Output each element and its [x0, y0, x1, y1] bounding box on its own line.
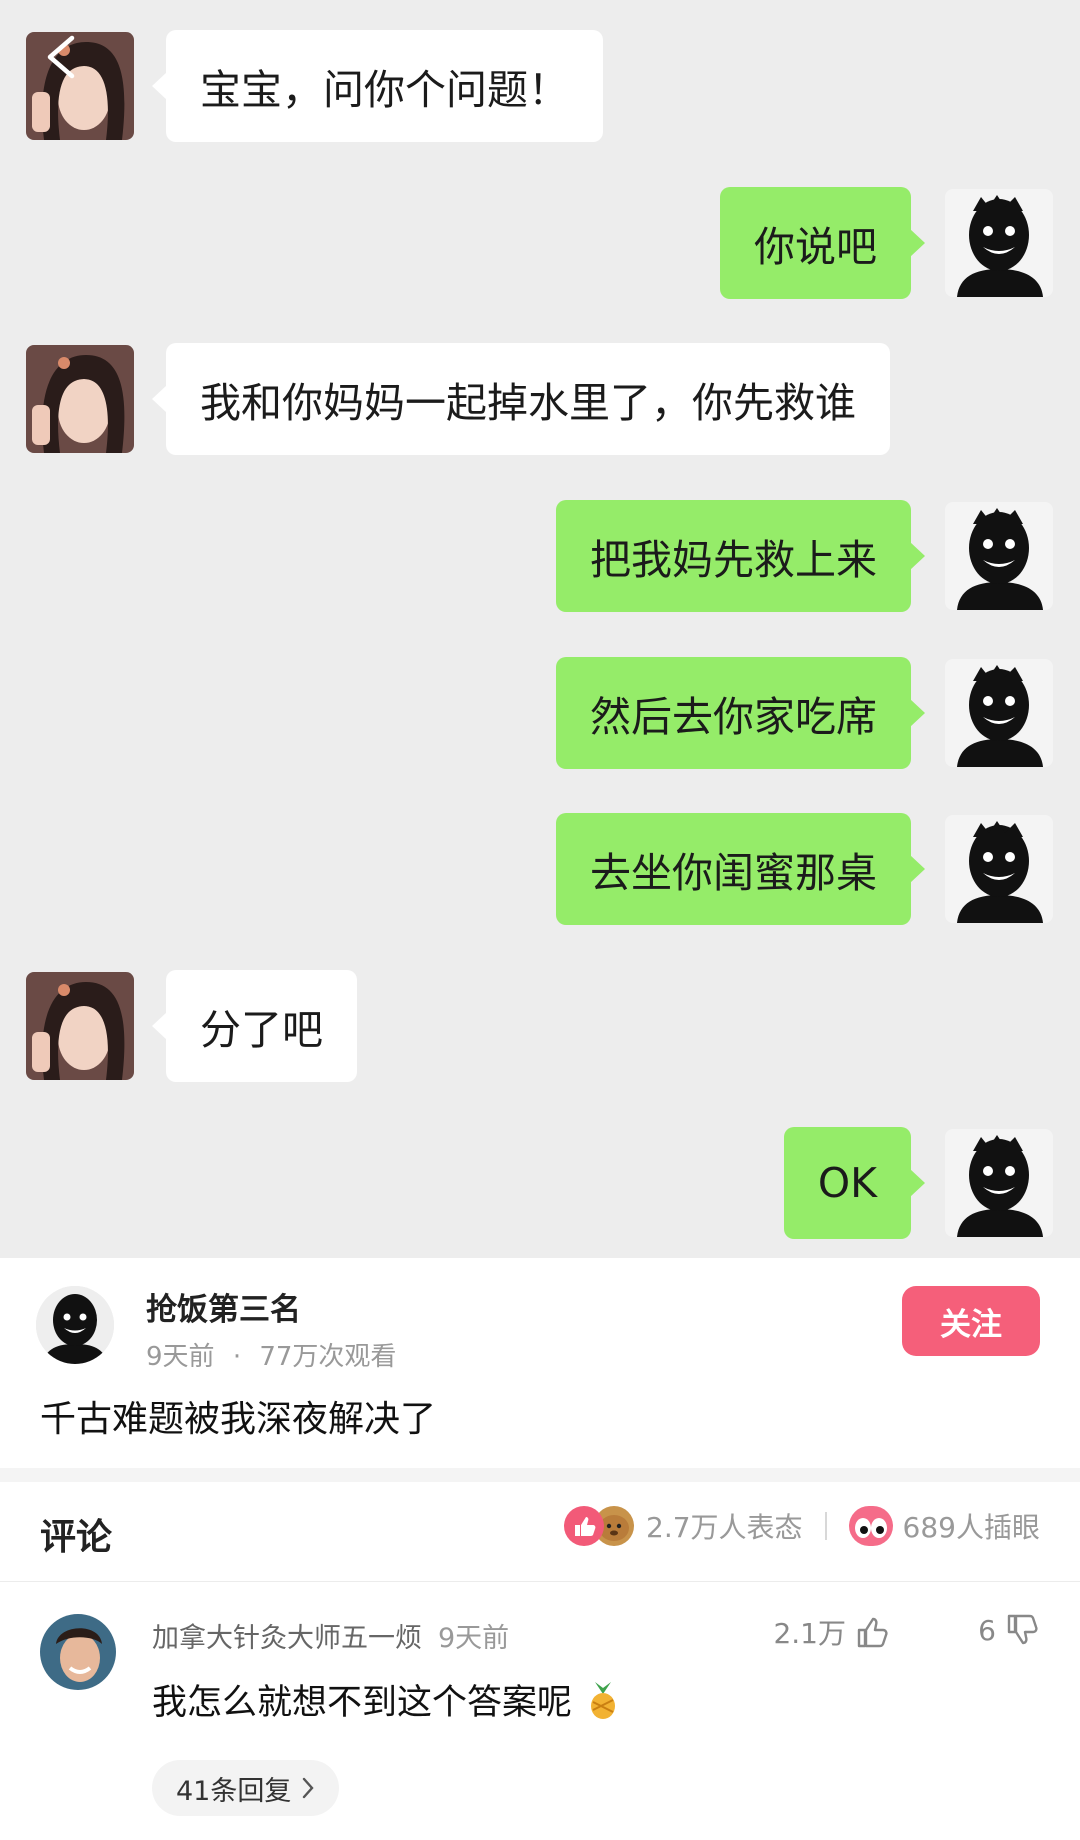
message-bubble[interactable]: 然后去你家吃席 [556, 657, 925, 769]
message-bubble[interactable]: 去坐你闺蜜那桌 [556, 813, 925, 925]
commenter-avatar[interactable] [40, 1614, 116, 1690]
peek-eyes-icon [848, 1506, 893, 1546]
shadow-face-avatar[interactable] [945, 815, 1053, 923]
section-divider [0, 1468, 1080, 1482]
chevron-right-icon [303, 1777, 314, 1799]
message-bubble[interactable]: OK [783, 1127, 926, 1239]
author-name[interactable]: 抢饭第三名 [146, 1284, 301, 1329]
comments-title: 评论 [40, 1517, 113, 1558]
poke-count: 689人插眼 [902, 1511, 1040, 1544]
post-time: 9天前 [146, 1342, 215, 1372]
meta-dot: · [232, 1342, 242, 1372]
message-row: 宝宝，问你个问题！ [26, 30, 603, 142]
shadow-face-avatar[interactable] [945, 189, 1053, 297]
shadow-face-avatar[interactable] [945, 1129, 1053, 1237]
message-bubble[interactable]: 你说吧 [720, 187, 925, 299]
comment-body: 我怎么就想不到这个答案呢 [152, 1683, 573, 1723]
post-info: 抢饭第三名 9天前 · 77万次观看 关注 千古难题被我深夜解决了 [0, 1258, 1080, 1468]
comment-time: 9天前 [438, 1623, 510, 1654]
commenter-name[interactable]: 加拿大针灸大师五一烦 9天前 [152, 1616, 509, 1655]
message-row: 把我妈先救上来 [556, 500, 1053, 612]
shadow-face-avatar[interactable] [945, 659, 1053, 767]
reaction-separator [824, 1512, 827, 1540]
message-bubble[interactable]: 宝宝，问你个问题！ [152, 30, 603, 142]
message-row: 你说吧 [720, 187, 1053, 299]
view-count: 77万次观看 [259, 1342, 397, 1372]
message-row: 我和你妈妈一起掉水里了，你先救谁 [26, 343, 890, 455]
shadow-face-avatar[interactable] [945, 502, 1053, 610]
message-bubble[interactable]: 分了吧 [152, 970, 357, 1082]
thumbs-up-reaction-icon [564, 1506, 605, 1546]
girl-avatar[interactable] [26, 972, 134, 1080]
message-row: 去坐你闺蜜那桌 [556, 813, 1053, 925]
comment-like-button[interactable]: 2.1万 [773, 1612, 890, 1652]
back-icon[interactable] [42, 34, 78, 80]
post-meta: 9天前 · 77万次观看 [146, 1336, 396, 1373]
reaction-count: 2.7万人表态 [646, 1511, 803, 1544]
message-bubble[interactable]: 把我妈先救上来 [556, 500, 925, 612]
replies-label: 41条回复 [176, 1775, 292, 1807]
message-row: OK [783, 1127, 1053, 1239]
message-bubble[interactable]: 我和你妈妈一起掉水里了，你先救谁 [152, 343, 890, 455]
chat-screenshot: 宝宝，问你个问题！ 你说吧 我和你妈妈一起掉水里了，你先救谁 把我妈先救上来 然… [0, 0, 1080, 1258]
follow-button[interactable]: 关注 [902, 1286, 1040, 1356]
comments-header: 评论 2.7万人表态 689人插眼 [0, 1482, 1080, 1582]
message-row: 分了吧 [26, 970, 357, 1082]
comment-like-count: 2.1万 [773, 1617, 846, 1650]
comment-item: 加拿大针灸大师五一烦 9天前 2.1万 6 我怎么就想不到这个答案呢 41条回复 [0, 1582, 1080, 1840]
thumbs-up-icon [857, 1617, 888, 1648]
author-avatar[interactable] [36, 1286, 114, 1364]
thumbs-down-icon [1007, 1614, 1038, 1645]
reaction-summary[interactable]: 2.7万人表态 689人插眼 [564, 1506, 1040, 1546]
post-caption: 千古难题被我深夜解决了 [40, 1399, 437, 1440]
comment-text: 我怎么就想不到这个答案呢 [152, 1674, 623, 1725]
comment-dislike-count: 6 [978, 1613, 996, 1647]
pineapple-emoji-icon [591, 1682, 616, 1719]
girl-avatar[interactable] [26, 345, 134, 453]
view-replies-button[interactable]: 41条回复 [152, 1760, 340, 1816]
commenter-username[interactable]: 加拿大针灸大师五一烦 [152, 1623, 422, 1654]
comment-dislike-button[interactable]: 6 [978, 1612, 1040, 1648]
message-row: 然后去你家吃席 [556, 657, 1053, 769]
